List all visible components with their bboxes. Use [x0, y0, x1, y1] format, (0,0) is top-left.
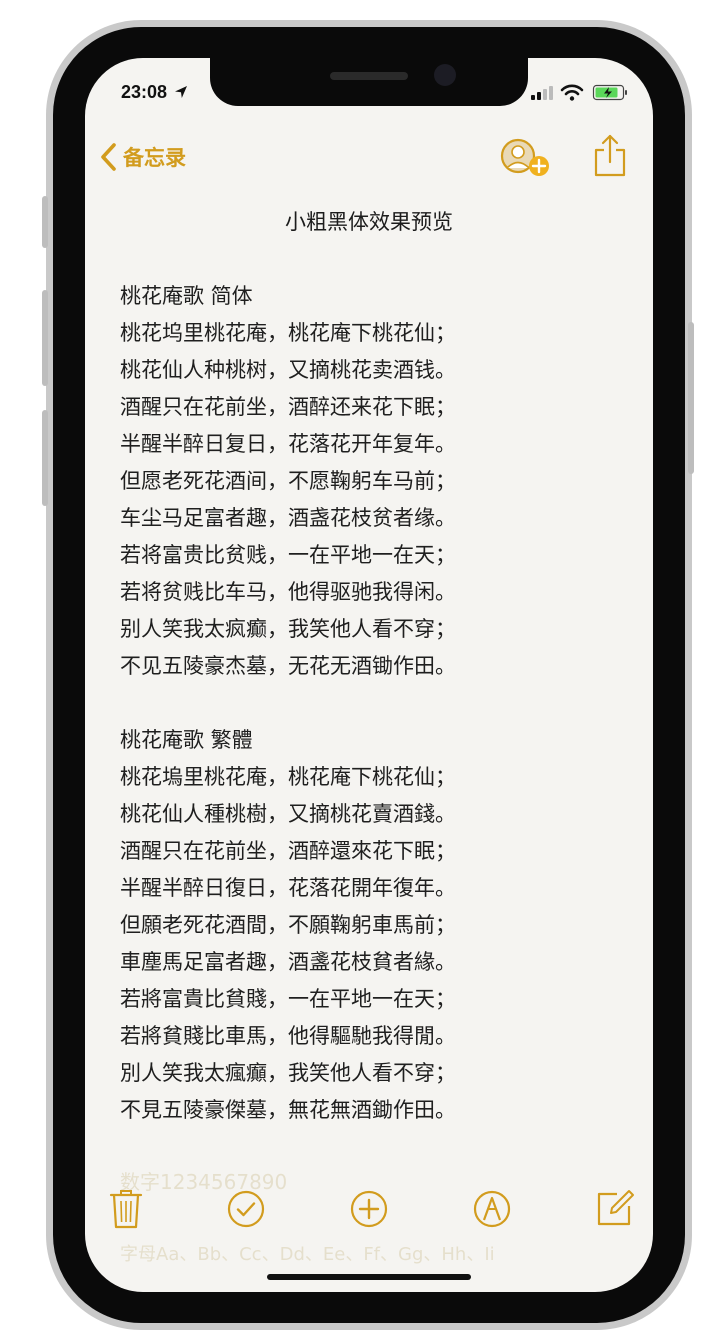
- poem-line: 不見五陵豪傑墓，無花無酒鋤作田。: [120, 1098, 456, 1122]
- poem-line: 若將富貴比貧賤，一在平地一在天；: [120, 987, 456, 1011]
- note-body[interactable]: 桃花庵歌 简体 桃花坞里桃花庵，桃花庵下桃花仙； 桃花仙人种桃树，又摘桃花卖酒钱…: [120, 278, 620, 1129]
- poem-line: 酒醒只在花前坐，酒醉還來花下眠；: [120, 839, 456, 863]
- poem-line: 但愿老死花酒间，不愿鞠躬车马前；: [120, 469, 456, 493]
- screen: 23:08 备忘录 小粗黑体效果预览 桃花庵歌 简体 桃花坞里桃花庵，桃花庵下桃…: [85, 58, 653, 1292]
- poem-line: 半醒半醉日复日，花落花开年复年。: [120, 432, 456, 456]
- back-label: 备忘录: [123, 146, 186, 170]
- side-button-silent: [42, 196, 48, 248]
- side-button-volume-up: [42, 290, 48, 386]
- person-add-icon[interactable]: [499, 138, 551, 178]
- section-heading: 桃花庵歌 繁體: [120, 728, 253, 752]
- poem-line: 若將貧賤比車馬，他得驅馳我得閒。: [120, 1024, 456, 1048]
- pen-circle-icon[interactable]: [473, 1190, 511, 1228]
- poem-line: 酒醒只在花前坐，酒醉还来花下眠；: [120, 395, 456, 419]
- side-button-power: [688, 322, 694, 474]
- wifi-icon: [560, 84, 584, 101]
- section-heading: 桃花庵歌 简体: [120, 284, 253, 308]
- poem-line: 桃花仙人种桃树，又摘桃花卖酒钱。: [120, 358, 456, 382]
- front-camera: [434, 64, 456, 86]
- home-indicator[interactable]: [267, 1274, 471, 1280]
- speaker: [330, 72, 408, 80]
- trash-icon[interactable]: [109, 1188, 143, 1230]
- poem-line: 别人笑我太疯癫，我笑他人看不穿；: [120, 617, 456, 641]
- poem-line: 但願老死花酒間，不願鞠躬車馬前；: [120, 913, 456, 937]
- status-time: 23:08: [121, 82, 168, 102]
- poem-line: 若将贫贱比车马，他得驱驰我得闲。: [120, 580, 456, 604]
- poem-line: 不见五陵豪杰墓，无花无酒锄作田。: [120, 654, 456, 678]
- location-arrow-icon: [175, 86, 187, 98]
- poem-line: 若将富贵比贫贱，一在平地一在天；: [120, 543, 456, 567]
- side-button-volume-down: [42, 410, 48, 506]
- notch: [210, 58, 528, 106]
- back-button[interactable]: 备忘录: [99, 140, 186, 174]
- status-icons: [531, 84, 627, 101]
- checkmark-circle-icon[interactable]: [227, 1190, 265, 1228]
- poem-line: 车尘马足富者趣，酒盏花枝贫者缘。: [120, 506, 456, 530]
- note-title[interactable]: 小粗黑体效果预览: [85, 206, 653, 236]
- faded-letters-line: 字母Aa、Bb、Cc、Dd、Ee、Ff、Gg、Hh、Ii: [120, 1244, 495, 1265]
- battery-icon: [592, 84, 627, 101]
- poem-line: 桃花仙人種桃樹，又摘桃花賣酒錢。: [120, 802, 456, 826]
- share-icon[interactable]: [593, 134, 627, 178]
- plus-circle-icon[interactable]: [350, 1190, 388, 1228]
- poem-line: 別人笑我太瘋癲，我笑他人看不穿；: [120, 1061, 456, 1085]
- cellular-signal-icon: [531, 86, 553, 100]
- poem-line: 車塵馬足富者趣，酒盞花枝貧者緣。: [120, 950, 456, 974]
- poem-line: 桃花塢里桃花庵，桃花庵下桃花仙；: [120, 765, 456, 789]
- compose-icon[interactable]: [595, 1188, 635, 1228]
- poem-line: 桃花坞里桃花庵，桃花庵下桃花仙；: [120, 321, 456, 345]
- chevron-left-icon: [101, 143, 116, 171]
- poem-line: 半醒半醉日復日，花落花開年復年。: [120, 876, 456, 900]
